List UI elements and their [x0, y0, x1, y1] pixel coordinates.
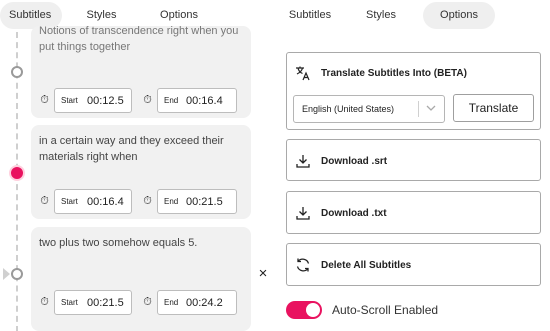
start-time-input[interactable]: Start 00:12.5 [54, 88, 132, 113]
download-srt-button[interactable]: Download .srt [286, 139, 541, 181]
stopwatch-icon: ⏱ [40, 94, 49, 106]
stopwatch-icon: ⏱ [40, 296, 49, 308]
stopwatch-icon: ⏱ [40, 195, 49, 207]
end-label: End [164, 197, 179, 206]
download-srt-row: Download .srt [295, 153, 387, 169]
download-icon [295, 153, 311, 169]
tab-subtitles[interactable]: Subtitles [277, 2, 343, 29]
start-time-field: ⏱ Start 00:12.5 [38, 88, 132, 113]
refresh-icon [295, 257, 311, 273]
auto-scroll-label: Auto-Scroll Enabled [332, 303, 439, 317]
delete-all-label: Delete All Subtitles [321, 259, 412, 271]
end-time-input[interactable]: End 00:24.2 [157, 290, 237, 315]
translate-icon [295, 65, 311, 81]
download-txt-row: Download .txt [295, 205, 387, 221]
delete-all-row: Delete All Subtitles [295, 257, 411, 273]
start-time-input[interactable]: Start 00:16.4 [54, 189, 132, 214]
chevron-down-icon[interactable] [426, 103, 436, 113]
start-time-field: ⏱ Start 00:21.5 [38, 290, 132, 315]
right-tab-bar: Subtitles Styles Options [277, 0, 495, 31]
timeline-node[interactable] [11, 268, 23, 280]
start-label: Start [61, 197, 78, 206]
delete-all-button[interactable]: Delete All Subtitles [286, 243, 541, 286]
timeline-node[interactable] [11, 66, 23, 78]
start-time-field: ⏱ Start 00:16.4 [38, 189, 132, 214]
start-label: Start [61, 96, 78, 105]
end-time-value: 00:16.4 [186, 94, 223, 107]
end-time-field: ⏱ End 00:21.5 [141, 189, 237, 214]
language-select[interactable]: English (United States) [293, 95, 445, 123]
select-divider [418, 101, 419, 117]
auto-scroll-row: Auto-Scroll Enabled [286, 301, 438, 319]
start-time-value: 00:12.5 [87, 94, 124, 107]
download-srt-label: Download .srt [321, 155, 388, 167]
start-time-value: 00:21.5 [87, 296, 124, 309]
toggle-knob [306, 303, 320, 317]
auto-scroll-toggle[interactable] [286, 301, 322, 319]
translate-section: Translate Subtitles Into (BETA) English … [286, 52, 541, 130]
end-label: End [164, 298, 179, 307]
stopwatch-icon: ⏱ [143, 94, 152, 106]
start-time-value: 00:16.4 [87, 195, 124, 208]
end-time-input[interactable]: End 00:16.4 [157, 88, 237, 113]
end-time-value: 00:21.5 [186, 195, 223, 208]
close-icon[interactable]: × [257, 266, 269, 282]
subtitle-text[interactable]: Notions of transcendence right when you … [39, 23, 243, 55]
translate-button[interactable]: Translate [453, 94, 534, 122]
end-time-value: 00:24.2 [186, 296, 223, 309]
subtitles-panel: Subtitles Styles Options Notions of tran… [0, 0, 268, 331]
subtitle-card[interactable]: Notions of transcendence right when you … [31, 23, 251, 118]
subtitle-card[interactable]: in a certain way and they exceed their m… [31, 125, 251, 219]
subtitle-card[interactable]: two plus two somehow equals 5. ⏱ Start 0… [31, 227, 251, 331]
end-time-field: ⏱ End 00:24.2 [141, 290, 237, 315]
end-label: End [164, 96, 179, 105]
start-label: Start [61, 298, 78, 307]
end-time-field: ⏱ End 00:16.4 [141, 88, 237, 113]
language-selected-value: English (United States) [302, 104, 395, 114]
download-icon [295, 205, 311, 221]
stopwatch-icon: ⏱ [143, 296, 152, 308]
subtitle-text[interactable]: in a certain way and they exceed their m… [39, 133, 243, 165]
download-txt-button[interactable]: Download .txt [286, 191, 541, 234]
end-time-input[interactable]: End 00:21.5 [157, 189, 237, 214]
playhead-marker-icon [3, 268, 10, 280]
start-time-input[interactable]: Start 00:21.5 [54, 290, 132, 315]
stopwatch-icon: ⏱ [143, 195, 152, 207]
tab-options[interactable]: Options [423, 2, 495, 29]
translate-title: Translate Subtitles Into (BETA) [321, 67, 467, 79]
download-txt-label: Download .txt [321, 207, 387, 219]
timeline-node-active[interactable] [11, 167, 23, 179]
tab-styles[interactable]: Styles [343, 2, 419, 29]
translate-header: Translate Subtitles Into (BETA) [295, 65, 467, 81]
subtitle-text[interactable]: two plus two somehow equals 5. [39, 235, 243, 251]
